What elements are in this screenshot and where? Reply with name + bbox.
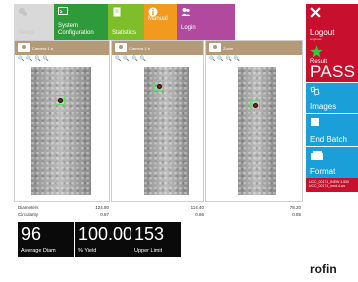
brand-logo: rofin [310,262,337,276]
yield-tile: 100.00 % Yield [75,222,131,257]
camera-header: Zoom [206,41,302,55]
camera-image[interactable] [31,67,91,195]
camera-name: Camera 1 a [32,46,53,51]
camera-name: Camera 1 b [129,46,150,51]
zoom-out-icon[interactable]: 🔍 [123,56,130,62]
zoom-out-icon[interactable]: 🔍 [217,56,224,62]
detection-roi [55,95,65,105]
kpi-label: % Yield [78,248,97,254]
camera-header: Camera 1 b [112,41,203,55]
manual-tile[interactable]: Manual [144,4,177,40]
images-icon [310,86,320,96]
result-value: PASS [310,62,356,81]
circularity-value: 0.87 [100,212,109,217]
result-panel: Result PASS [306,42,358,82]
camera-panel-3: Zoom 🔍🔍🔍🔍 [205,40,303,202]
zoom-in-icon[interactable]: 🔍 [18,56,25,62]
system-configuration-tile[interactable]: System Configuration [54,4,108,40]
kpi-value: 153 [134,224,165,244]
kpi-value: 96 [21,224,42,244]
kpi-value: 100.00 [78,224,131,244]
gear-icon [19,8,27,16]
document-icon [113,7,121,17]
star-icon [310,45,323,58]
zoom-tools: 🔍🔍🔍🔍 [206,55,302,63]
zoom-reset-icon[interactable]: 🔍 [43,56,50,62]
kpi-label: Upper Limit [134,248,163,254]
end-batch-label: End Batch [310,135,347,144]
logout-button[interactable]: Logout engineer [306,4,358,42]
zoom-in-icon[interactable]: 🔍 [209,56,216,62]
format-label: Format [310,167,336,176]
logout-user: engineer [310,37,322,41]
setup-tile[interactable]: Setup [14,4,54,40]
zoom-in-icon[interactable]: 🔍 [115,56,122,62]
users-icon [181,8,191,16]
zoom-out-icon[interactable]: 🔍 [26,56,33,62]
zoom-fit-icon[interactable]: 🔍 [225,56,232,62]
detected-hole [58,98,63,103]
zoom-tools: 🔍🔍🔍🔍 [15,55,109,63]
system-configuration-label: System Configuration [58,23,94,36]
cursor-icon: ↖ [306,184,311,190]
camera-panel-1: Camera 1 a 🔍🔍🔍🔍 [14,40,110,202]
statistics-label: Statistics [112,30,137,36]
camera-image[interactable] [238,67,276,195]
diameter-value: 114.40 [190,205,204,210]
camera-icon[interactable] [209,43,221,52]
detected-hole [253,103,258,108]
camera-panel-2: Camera 1 b 🔍🔍🔍🔍 [111,40,204,202]
setup-label: Setup [18,30,34,36]
batch-info: UCC_00174_INEW 4.530 UCC_00174_med.4.ws [306,178,358,192]
monitor-icon [58,7,68,15]
camera-icon[interactable] [18,43,30,52]
camera-name: Zoom [223,46,234,51]
batch-info-line: UCC_00174_med.4.ws [309,184,346,189]
zoom-reset-icon[interactable]: 🔍 [234,56,241,62]
format-button[interactable]: Format [306,147,358,178]
statistics-tile[interactable]: Statistics [108,4,144,40]
detection-roi [250,100,260,110]
circularity-label: Circularity [18,212,39,217]
stop-icon [311,118,319,126]
end-batch-button[interactable]: End Batch [306,114,358,146]
circularity-value: 0.85 [292,212,301,217]
zoom-tools: 🔍🔍🔍🔍 [112,55,203,63]
folder-icon [311,151,323,160]
detected-hole [157,84,162,89]
login-label: Login [181,25,196,31]
average-diameter-tile: 96 Average Diam [18,222,74,257]
login-tile[interactable]: Login [177,4,235,40]
images-button[interactable]: Images [306,83,358,113]
zoom-reset-icon[interactable]: 🔍 [140,56,147,62]
camera-header: Camera 1 a [15,41,109,55]
camera-image[interactable] [144,67,189,195]
diameters-label: Diameters [18,205,39,210]
diameter-value: 124.80 [95,205,109,210]
zoom-fit-icon[interactable]: 🔍 [34,56,41,62]
images-label: Images [310,102,337,111]
circularity-value: 0.86 [195,212,204,217]
upper-limit-tile: 153 Upper Limit [131,222,181,257]
kpi-label: Average Diam [21,248,56,254]
logout-label: Logout [310,28,335,37]
diameter-value: 78.20 [289,205,301,210]
camera-icon[interactable] [115,43,127,52]
manual-label: Manual [148,16,168,22]
zoom-fit-icon[interactable]: 🔍 [131,56,138,62]
close-icon [310,7,321,18]
detection-roi [154,81,164,91]
